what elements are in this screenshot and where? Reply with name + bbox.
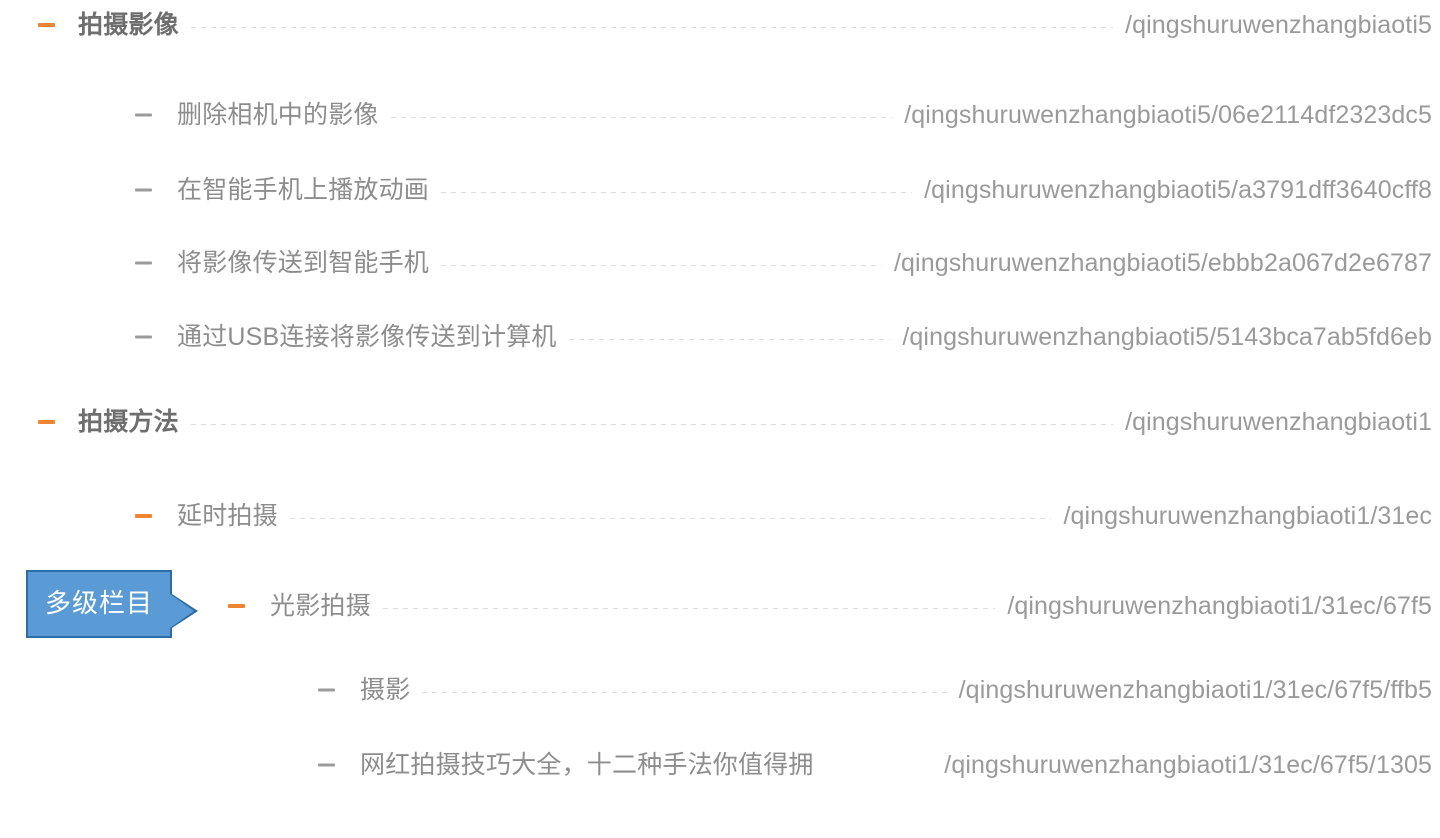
tree-row-label[interactable]: 延时拍摄	[177, 501, 278, 531]
tree-row[interactable]: 删除相机中的影像/qingshuruwenzhangbiaoti5/06e211…	[0, 95, 1432, 135]
leader-line	[190, 423, 1114, 425]
minus-icon-orange[interactable]	[36, 411, 58, 433]
tree-row-path: /qingshuruwenzhangbiaoti5/a3791dff3640cf…	[924, 176, 1432, 204]
tree-row-label[interactable]: 通过USB连接将影像传送到计算机	[177, 322, 557, 352]
column-tree-list: 拍摄影像/qingshuruwenzhangbiaoti5 删除相机中的影像/qi…	[0, 0, 1440, 838]
leader-line	[289, 517, 1052, 519]
callout-multilevel-column: 多级栏目	[26, 570, 198, 638]
tree-row-path: /qingshuruwenzhangbiaoti1/31ec/67f5	[1007, 592, 1432, 620]
minus-icon-gray[interactable]	[133, 326, 155, 348]
leader-line	[818, 767, 941, 768]
tree-row-label[interactable]: 拍摄方法	[78, 407, 179, 437]
tree-row-path: /qingshuruwenzhangbiaoti5/ebbb2a067d2e67…	[893, 249, 1432, 277]
tree-row[interactable]: 摄影/qingshuruwenzhangbiaoti1/31ec/67f5/ff…	[0, 670, 1432, 710]
minus-icon-orange[interactable]	[36, 14, 58, 36]
tree-row[interactable]: 光影拍摄/qingshuruwenzhangbiaoti1/31ec/67f5	[0, 586, 1432, 626]
tree-row[interactable]: 延时拍摄/qingshuruwenzhangbiaoti1/31ec	[0, 496, 1432, 536]
tree-row-label[interactable]: 拍摄影像	[78, 10, 179, 40]
tree-row[interactable]: 在智能手机上播放动画/qingshuruwenzhangbiaoti5/a379…	[0, 170, 1432, 210]
tree-row-path: /qingshuruwenzhangbiaoti1	[1125, 408, 1432, 436]
tree-row[interactable]: 通过USB连接将影像传送到计算机/qingshuruwenzhangbiaoti…	[0, 317, 1432, 357]
tree-row-label[interactable]: 摄影	[360, 675, 410, 705]
leader-line	[441, 191, 913, 193]
tree-row-label[interactable]: 在智能手机上播放动画	[177, 175, 429, 205]
tree-row-label[interactable]: 光影拍摄	[270, 591, 371, 621]
tree-row[interactable]: 将影像传送到智能手机/qingshuruwenzhangbiaoti5/ebbb…	[0, 243, 1432, 283]
leader-line	[382, 607, 996, 609]
tree-row[interactable]: 拍摄方法/qingshuruwenzhangbiaoti1	[0, 402, 1432, 442]
leader-line	[568, 338, 891, 340]
tree-row-path: /qingshuruwenzhangbiaoti1/31ec/67f5/ffb5	[958, 676, 1432, 704]
tree-row[interactable]: 网红拍摄技巧大全，十二种手法你值得拥/qingshuruwenzhangbiao…	[0, 745, 1432, 785]
callout-pointer-icon	[170, 594, 194, 628]
leader-line	[422, 691, 947, 693]
tree-row[interactable]: 拍摄影像/qingshuruwenzhangbiaoti5	[0, 5, 1432, 45]
tree-row-label[interactable]: 删除相机中的影像	[177, 100, 379, 130]
tree-row-label[interactable]: 将影像传送到智能手机	[177, 248, 429, 278]
tree-row-path: /qingshuruwenzhangbiaoti5/5143bca7ab5fd6…	[902, 323, 1432, 351]
leader-line	[441, 264, 882, 266]
minus-icon-gray[interactable]	[133, 104, 155, 126]
tree-row-path: /qingshuruwenzhangbiaoti5	[1125, 11, 1432, 39]
leader-line	[190, 26, 1114, 28]
minus-icon-gray[interactable]	[133, 179, 155, 201]
minus-icon-orange[interactable]	[133, 505, 155, 527]
leader-line	[390, 116, 893, 118]
tree-row-path: /qingshuruwenzhangbiaoti1/31ec	[1063, 502, 1432, 530]
minus-icon-gray[interactable]	[133, 252, 155, 274]
minus-icon-orange[interactable]	[226, 595, 248, 617]
tree-row-path: /qingshuruwenzhangbiaoti5/06e2114df2323d…	[904, 101, 1432, 129]
minus-icon-gray[interactable]	[316, 679, 338, 701]
tree-row-label[interactable]: 网红拍摄技巧大全，十二种手法你值得拥	[360, 750, 814, 780]
callout-label: 多级栏目	[44, 589, 153, 618]
minus-icon-gray[interactable]	[316, 754, 338, 776]
tree-row-path: /qingshuruwenzhangbiaoti1/31ec/67f5/1305	[944, 751, 1432, 779]
